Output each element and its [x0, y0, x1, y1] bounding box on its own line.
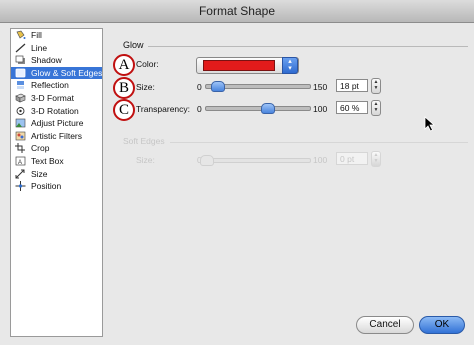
size-min: 0: [197, 82, 202, 92]
mouse-cursor-icon: [424, 116, 436, 132]
sidebar-item-label: 3-D Rotation: [31, 105, 79, 116]
color-label: Color:: [136, 59, 159, 69]
sidebar-item-label: Glow & Soft Edges: [31, 67, 103, 78]
soft-edges-slider-thumb: [200, 155, 214, 166]
artistic-filters-icon: [15, 131, 26, 141]
shadow-icon: [15, 55, 25, 65]
category-sidebar: Fill Line Shadow Glow & Soft Edges Refle…: [10, 28, 103, 337]
chevron-up-down-icon: ▴ ▾: [282, 57, 298, 74]
glow-section-divider: [148, 46, 468, 47]
sidebar-item-3d-rotation[interactable]: 3-D Rotation: [11, 105, 102, 118]
sidebar-item-label: Size: [31, 168, 48, 179]
marker-b: B: [113, 77, 135, 99]
sidebar-item-text-box[interactable]: A Text Box: [11, 155, 102, 168]
sidebar-item-reflection[interactable]: Reflection: [11, 79, 102, 92]
ok-button[interactable]: OK: [419, 316, 465, 334]
size-input[interactable]: 18 pt: [336, 79, 368, 92]
soft-edges-size-label: Size:: [136, 155, 155, 165]
size-icon: [15, 169, 25, 179]
sidebar-item-line[interactable]: Line: [11, 42, 102, 55]
svg-text:A: A: [18, 160, 22, 166]
text-box-icon: A: [15, 156, 26, 166]
transparency-max: 100: [313, 104, 328, 114]
soft-edges-section-title: Soft Edges: [123, 136, 165, 146]
color-swatch: [203, 60, 275, 71]
sidebar-item-label: Fill: [31, 30, 42, 40]
crop-icon: [15, 143, 25, 154]
sidebar-item-adjust-picture[interactable]: Adjust Picture: [11, 117, 102, 130]
sidebar-item-3d-format[interactable]: 3-D Format: [11, 92, 102, 105]
sidebar-item-label: 3-D Format: [31, 92, 74, 103]
size-max: 150: [313, 82, 328, 92]
soft-edges-section-divider: [170, 142, 468, 143]
adjust-picture-icon: [15, 118, 26, 128]
color-picker-button[interactable]: ▴ ▾: [196, 57, 299, 74]
glow-section-title: Glow: [123, 40, 144, 50]
glow-icon: [15, 68, 26, 78]
transparency-label: Transparency:: [136, 104, 191, 114]
transparency-slider-thumb[interactable]: [261, 103, 276, 114]
sidebar-item-label: Line: [31, 42, 48, 53]
3d-rotation-icon: [16, 106, 25, 115]
sidebar-item-label: Artistic Filters: [31, 130, 82, 141]
sidebar-item-artistic-filters[interactable]: Artistic Filters: [11, 130, 102, 143]
3d-format-icon: [15, 93, 26, 103]
transparency-stepper[interactable]: ▲ ▼: [371, 100, 381, 116]
reflection-icon: [17, 81, 24, 90]
position-icon: [15, 181, 26, 192]
cancel-button[interactable]: Cancel: [356, 316, 414, 334]
sidebar-item-label: Reflection: [31, 80, 69, 91]
window-title: Format Shape: [0, 0, 474, 23]
sidebar-item-label: Position: [31, 181, 62, 192]
sidebar-item-glow-soft-edges[interactable]: Glow & Soft Edges: [11, 66, 103, 80]
soft-edges-slider-track: [205, 158, 311, 163]
transparency-slider-track[interactable]: [205, 106, 311, 111]
sidebar-item-label: Crop: [31, 143, 50, 154]
transparency-input[interactable]: 60 %: [336, 101, 368, 114]
soft-edges-size-max: 100: [313, 155, 328, 165]
line-icon: [15, 43, 26, 53]
sidebar-item-label: Shadow: [31, 55, 62, 66]
sidebar-item-label: Adjust Picture: [31, 118, 84, 129]
format-shape-dialog: Format Shape Fill Line Shadow Glow & Sof…: [0, 0, 474, 345]
size-slider-thumb[interactable]: [211, 81, 226, 92]
marker-a: A: [113, 54, 135, 76]
size-label: Size:: [136, 82, 155, 92]
size-stepper[interactable]: ▲ ▼: [371, 78, 381, 94]
sidebar-item-label: Text Box: [31, 155, 64, 166]
transparency-min: 0: [197, 104, 202, 114]
sidebar-item-size[interactable]: Size: [11, 168, 102, 181]
sidebar-item-fill[interactable]: Fill: [11, 29, 102, 42]
soft-edges-size-stepper: ▲ ▼: [371, 151, 381, 167]
sidebar-item-crop[interactable]: Crop: [11, 142, 102, 155]
sidebar-item-position[interactable]: Position: [11, 180, 102, 193]
sidebar-item-shadow[interactable]: Shadow: [11, 54, 102, 67]
soft-edges-size-input: 0 pt: [336, 152, 368, 165]
fill-icon: [16, 30, 26, 39]
marker-c: C: [113, 99, 135, 121]
